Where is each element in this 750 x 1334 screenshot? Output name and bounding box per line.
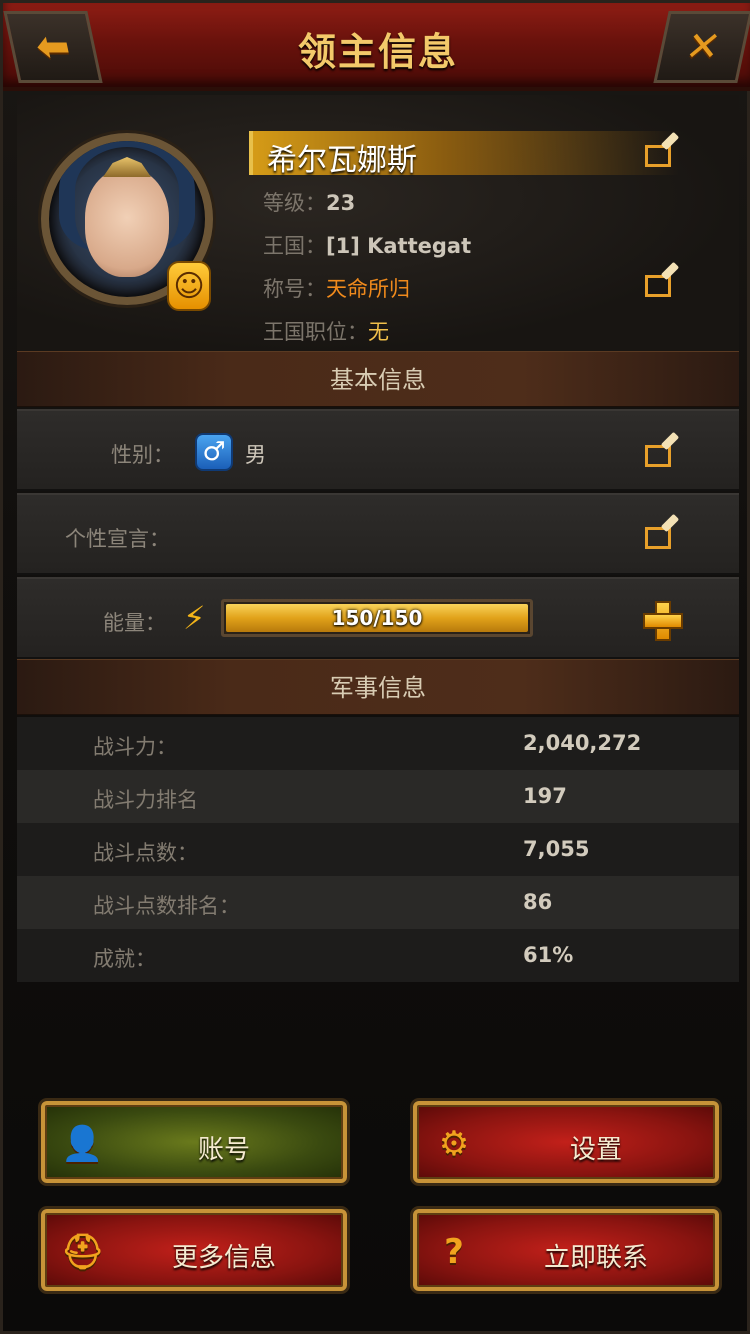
stat-value: 86: [523, 890, 553, 914]
add-energy-button[interactable]: [643, 601, 683, 641]
level-row: 等级：23: [263, 187, 355, 217]
page-title: 领主信息: [297, 30, 458, 74]
motto-label: 个性宣言：: [65, 527, 170, 551]
lightning-icon: ⚡: [183, 599, 206, 637]
basic-info-title: 基本信息: [330, 366, 426, 394]
level-value: 23: [326, 191, 356, 215]
contact-button[interactable]: ? 立即联系: [413, 1209, 719, 1291]
kingdom-value: [1] Kattegat: [326, 234, 472, 258]
stat-value: 2,040,272: [523, 731, 642, 755]
energy-bar: 150/150: [221, 599, 533, 637]
edit-gender-icon[interactable]: [645, 431, 680, 467]
position-row: 王国职位：无: [263, 316, 389, 346]
settings-label: 设置: [569, 1135, 622, 1165]
helmet-icon: ⛑: [61, 1232, 105, 1272]
edit-title-icon[interactable]: [645, 261, 680, 297]
stat-value: 61%: [523, 943, 574, 967]
energy-row: 能量： ⚡ 150/150: [17, 577, 739, 659]
stat-label: 战斗点数排名：: [93, 894, 240, 918]
close-icon: ✕: [681, 24, 725, 70]
military-info-title: 军事信息: [330, 674, 426, 702]
energy-value: 150/150: [331, 606, 423, 630]
stat-value: 197: [523, 784, 567, 808]
kingdom-row: 王国：[1] Kattegat: [263, 230, 471, 260]
title-bar: ⬅ 领主信息 ✕: [3, 3, 750, 91]
lord-info-window: ⬅ 领主信息 ✕ ☺ 希尔瓦娜斯 等级：23 王国：[1] Kattegat 称…: [0, 0, 750, 1334]
question-icon: ?: [444, 1232, 464, 1272]
military-info-header: 军事信息: [17, 659, 739, 715]
title-label: 称号：: [263, 277, 326, 301]
basic-info-header: 基本信息: [17, 351, 739, 407]
more-info-label: 更多信息: [171, 1243, 276, 1273]
name-bar: 希尔瓦娜斯: [249, 131, 679, 178]
kingdom-label: 王国：: [263, 234, 326, 258]
edit-name-icon[interactable]: [645, 131, 680, 167]
stat-row: 成就： 61%: [17, 929, 739, 982]
profile-panel: ☺ 希尔瓦娜斯 等级：23 王国：[1] Kattegat 称号：天命所归 王国…: [17, 95, 739, 353]
stat-row: 战斗力排名 197: [17, 770, 739, 823]
stat-value: 7,055: [523, 837, 590, 861]
stat-label: 战斗点数：: [93, 841, 198, 865]
position-label: 王国职位：: [263, 320, 368, 344]
stat-row: 战斗力： 2,040,272: [17, 717, 739, 770]
account-icon: 👤: [61, 1124, 104, 1164]
position-value: 无: [368, 320, 389, 344]
contact-label: 立即联系: [543, 1243, 648, 1273]
energy-label: 能量：: [103, 611, 166, 635]
gear-icon: ⚙: [438, 1124, 470, 1164]
title-row: 称号：天命所归: [263, 273, 410, 303]
level-label: 等级：: [263, 191, 326, 215]
stat-row: 战斗点数排名： 86: [17, 876, 739, 929]
close-button[interactable]: ✕: [653, 11, 750, 83]
stat-row: 战斗点数： 7,055: [17, 823, 739, 876]
smiley-badge-icon[interactable]: ☺: [167, 261, 211, 311]
gender-value: 男: [245, 443, 266, 467]
stat-label: 成就：: [93, 947, 156, 971]
male-icon: ♂: [195, 433, 233, 471]
avatar-face: [85, 169, 169, 277]
stat-label: 战斗力排名: [93, 788, 198, 812]
gender-label: 性别：: [111, 443, 174, 467]
gender-row: 性别： ♂ 男: [17, 409, 739, 491]
more-info-button[interactable]: ⛑ 更多信息: [41, 1209, 347, 1291]
account-label: 账号: [197, 1135, 250, 1165]
settings-button[interactable]: ⚙ 设置: [413, 1101, 719, 1183]
edit-motto-icon[interactable]: [645, 513, 680, 549]
account-button[interactable]: 👤 账号: [41, 1101, 347, 1183]
title-value: 天命所归: [326, 277, 410, 301]
stat-label: 战斗力：: [93, 735, 177, 759]
player-name: 希尔瓦娜斯: [267, 143, 417, 178]
motto-row: 个性宣言：: [17, 493, 739, 575]
